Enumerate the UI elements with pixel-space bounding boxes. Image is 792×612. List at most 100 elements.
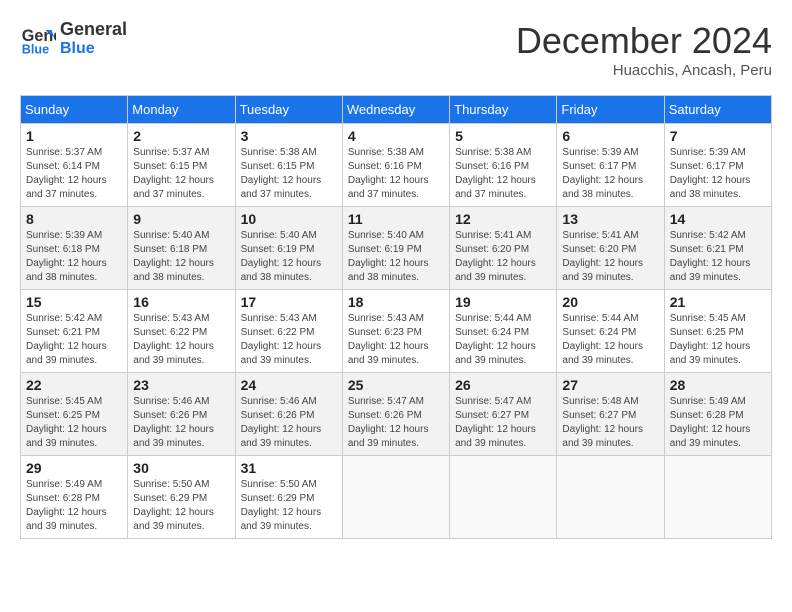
table-row	[557, 456, 664, 539]
day-detail: Sunrise: 5:37 AMSunset: 6:15 PMDaylight:…	[133, 147, 214, 200]
day-detail: Sunrise: 5:38 AMSunset: 6:16 PMDaylight:…	[348, 147, 429, 200]
table-row: 28Sunrise: 5:49 AMSunset: 6:28 PMDayligh…	[664, 373, 771, 456]
day-number: 10	[241, 211, 337, 227]
day-detail: Sunrise: 5:38 AMSunset: 6:16 PMDaylight:…	[455, 147, 536, 200]
day-detail: Sunrise: 5:41 AMSunset: 6:20 PMDaylight:…	[562, 230, 643, 283]
day-number: 28	[670, 377, 766, 393]
day-detail: Sunrise: 5:50 AMSunset: 6:29 PMDaylight:…	[133, 479, 214, 532]
day-number: 29	[26, 460, 122, 476]
day-number: 5	[455, 128, 551, 144]
day-number: 21	[670, 294, 766, 310]
location-subtitle: Huacchis, Ancash, Peru	[516, 62, 772, 79]
table-row: 4 Sunrise: 5:38 AMSunset: 6:16 PMDaylight…	[342, 124, 449, 207]
calendar-week-row: 22 Sunrise: 5:45 AMSunset: 6:25 PMDayligh…	[21, 373, 772, 456]
day-number: 13	[562, 211, 658, 227]
day-detail: Sunrise: 5:38 AMSunset: 6:15 PMDaylight:…	[241, 147, 322, 200]
table-row: 11 Sunrise: 5:40 AMSunset: 6:19 PMDayligh…	[342, 207, 449, 290]
table-row: 30 Sunrise: 5:50 AMSunset: 6:29 PMDayligh…	[128, 456, 235, 539]
table-row: 29 Sunrise: 5:49 AMSunset: 6:28 PMDayligh…	[21, 456, 128, 539]
day-detail: Sunrise: 5:39 AMSunset: 6:17 PMDaylight:…	[562, 147, 643, 200]
day-detail: Sunrise: 5:47 AMSunset: 6:26 PMDaylight:…	[348, 396, 429, 449]
day-number: 19	[455, 294, 551, 310]
table-row	[450, 456, 557, 539]
day-detail: Sunrise: 5:46 AMSunset: 6:26 PMDaylight:…	[133, 396, 214, 449]
table-row: 17 Sunrise: 5:43 AMSunset: 6:22 PMDayligh…	[235, 290, 342, 373]
col-thursday: Thursday	[450, 96, 557, 124]
table-row: 14 Sunrise: 5:42 AMSunset: 6:21 PMDayligh…	[664, 207, 771, 290]
table-row: 18 Sunrise: 5:43 AMSunset: 6:23 PMDayligh…	[342, 290, 449, 373]
day-number: 6	[562, 128, 658, 144]
col-tuesday: Tuesday	[235, 96, 342, 124]
day-detail: Sunrise: 5:42 AMSunset: 6:21 PMDaylight:…	[26, 313, 107, 366]
day-number: 7	[670, 128, 766, 144]
day-detail: Sunrise: 5:43 AMSunset: 6:22 PMDaylight:…	[133, 313, 214, 366]
month-title: December 2024	[516, 20, 772, 62]
table-row: 1Sunrise: 5:37 AMSunset: 6:14 PMDaylight…	[21, 124, 128, 207]
table-row: 26 Sunrise: 5:47 AMSunset: 6:27 PMDayligh…	[450, 373, 557, 456]
table-row: 27 Sunrise: 5:48 AMSunset: 6:27 PMDayligh…	[557, 373, 664, 456]
day-detail: Sunrise: 5:43 AMSunset: 6:23 PMDaylight:…	[348, 313, 429, 366]
day-number: 3	[241, 128, 337, 144]
col-friday: Friday	[557, 96, 664, 124]
day-detail: Sunrise: 5:48 AMSunset: 6:27 PMDaylight:…	[562, 396, 643, 449]
day-detail: Sunrise: 5:45 AMSunset: 6:25 PMDaylight:…	[26, 396, 107, 449]
table-row: 24 Sunrise: 5:46 AMSunset: 6:26 PMDayligh…	[235, 373, 342, 456]
table-row: 12Sunrise: 5:41 AMSunset: 6:20 PMDayligh…	[450, 207, 557, 290]
table-row: 8Sunrise: 5:39 AMSunset: 6:18 PMDaylight…	[21, 207, 128, 290]
day-number: 12	[455, 211, 551, 227]
day-detail: Sunrise: 5:40 AMSunset: 6:18 PMDaylight:…	[133, 230, 214, 283]
day-number: 23	[133, 377, 229, 393]
logo-icon: General Blue	[20, 21, 56, 57]
day-number: 18	[348, 294, 444, 310]
day-number: 27	[562, 377, 658, 393]
table-row: 15 Sunrise: 5:42 AMSunset: 6:21 PMDayligh…	[21, 290, 128, 373]
day-number: 31	[241, 460, 337, 476]
day-number: 26	[455, 377, 551, 393]
table-row: 6 Sunrise: 5:39 AMSunset: 6:17 PMDaylight…	[557, 124, 664, 207]
day-number: 22	[26, 377, 122, 393]
day-number: 8	[26, 211, 122, 227]
day-detail: Sunrise: 5:40 AMSunset: 6:19 PMDaylight:…	[241, 230, 322, 283]
calendar-table: Sunday Monday Tuesday Wednesday Thursday…	[20, 95, 772, 539]
day-detail: Sunrise: 5:44 AMSunset: 6:24 PMDaylight:…	[562, 313, 643, 366]
calendar-header-row: Sunday Monday Tuesday Wednesday Thursday…	[21, 96, 772, 124]
table-row: 23 Sunrise: 5:46 AMSunset: 6:26 PMDayligh…	[128, 373, 235, 456]
col-sunday: Sunday	[21, 96, 128, 124]
day-number: 4	[348, 128, 444, 144]
calendar-week-row: 15 Sunrise: 5:42 AMSunset: 6:21 PMDayligh…	[21, 290, 772, 373]
day-detail: Sunrise: 5:37 AMSunset: 6:14 PMDaylight:…	[26, 147, 107, 200]
page-header: General Blue General Blue December 2024 …	[20, 20, 772, 79]
day-detail: Sunrise: 5:42 AMSunset: 6:21 PMDaylight:…	[670, 230, 751, 283]
calendar-week-row: 1Sunrise: 5:37 AMSunset: 6:14 PMDaylight…	[21, 124, 772, 207]
day-detail: Sunrise: 5:40 AMSunset: 6:19 PMDaylight:…	[348, 230, 429, 283]
table-row: 7 Sunrise: 5:39 AMSunset: 6:17 PMDaylight…	[664, 124, 771, 207]
day-number: 25	[348, 377, 444, 393]
table-row: 3 Sunrise: 5:38 AMSunset: 6:15 PMDaylight…	[235, 124, 342, 207]
day-detail: Sunrise: 5:49 AMSunset: 6:28 PMDaylight:…	[26, 479, 107, 532]
table-row: 25 Sunrise: 5:47 AMSunset: 6:26 PMDayligh…	[342, 373, 449, 456]
day-number: 17	[241, 294, 337, 310]
table-row: 19 Sunrise: 5:44 AMSunset: 6:24 PMDayligh…	[450, 290, 557, 373]
day-detail: Sunrise: 5:39 AMSunset: 6:17 PMDaylight:…	[670, 147, 751, 200]
day-number: 15	[26, 294, 122, 310]
day-number: 2	[133, 128, 229, 144]
day-detail: Sunrise: 5:45 AMSunset: 6:25 PMDaylight:…	[670, 313, 751, 366]
col-saturday: Saturday	[664, 96, 771, 124]
table-row	[342, 456, 449, 539]
title-block: December 2024 Huacchis, Ancash, Peru	[516, 20, 772, 79]
day-number: 9	[133, 211, 229, 227]
day-number: 11	[348, 211, 444, 227]
calendar-week-row: 29 Sunrise: 5:49 AMSunset: 6:28 PMDayligh…	[21, 456, 772, 539]
day-number: 30	[133, 460, 229, 476]
day-detail: Sunrise: 5:46 AMSunset: 6:26 PMDaylight:…	[241, 396, 322, 449]
day-detail: Sunrise: 5:47 AMSunset: 6:27 PMDaylight:…	[455, 396, 536, 449]
day-number: 24	[241, 377, 337, 393]
day-detail: Sunrise: 5:43 AMSunset: 6:22 PMDaylight:…	[241, 313, 322, 366]
col-wednesday: Wednesday	[342, 96, 449, 124]
table-row: 20Sunrise: 5:44 AMSunset: 6:24 PMDayligh…	[557, 290, 664, 373]
table-row: 10 Sunrise: 5:40 AMSunset: 6:19 PMDayligh…	[235, 207, 342, 290]
table-row: 2 Sunrise: 5:37 AMSunset: 6:15 PMDaylight…	[128, 124, 235, 207]
day-detail: Sunrise: 5:44 AMSunset: 6:24 PMDaylight:…	[455, 313, 536, 366]
day-number: 14	[670, 211, 766, 227]
logo: General Blue General Blue	[20, 20, 127, 57]
